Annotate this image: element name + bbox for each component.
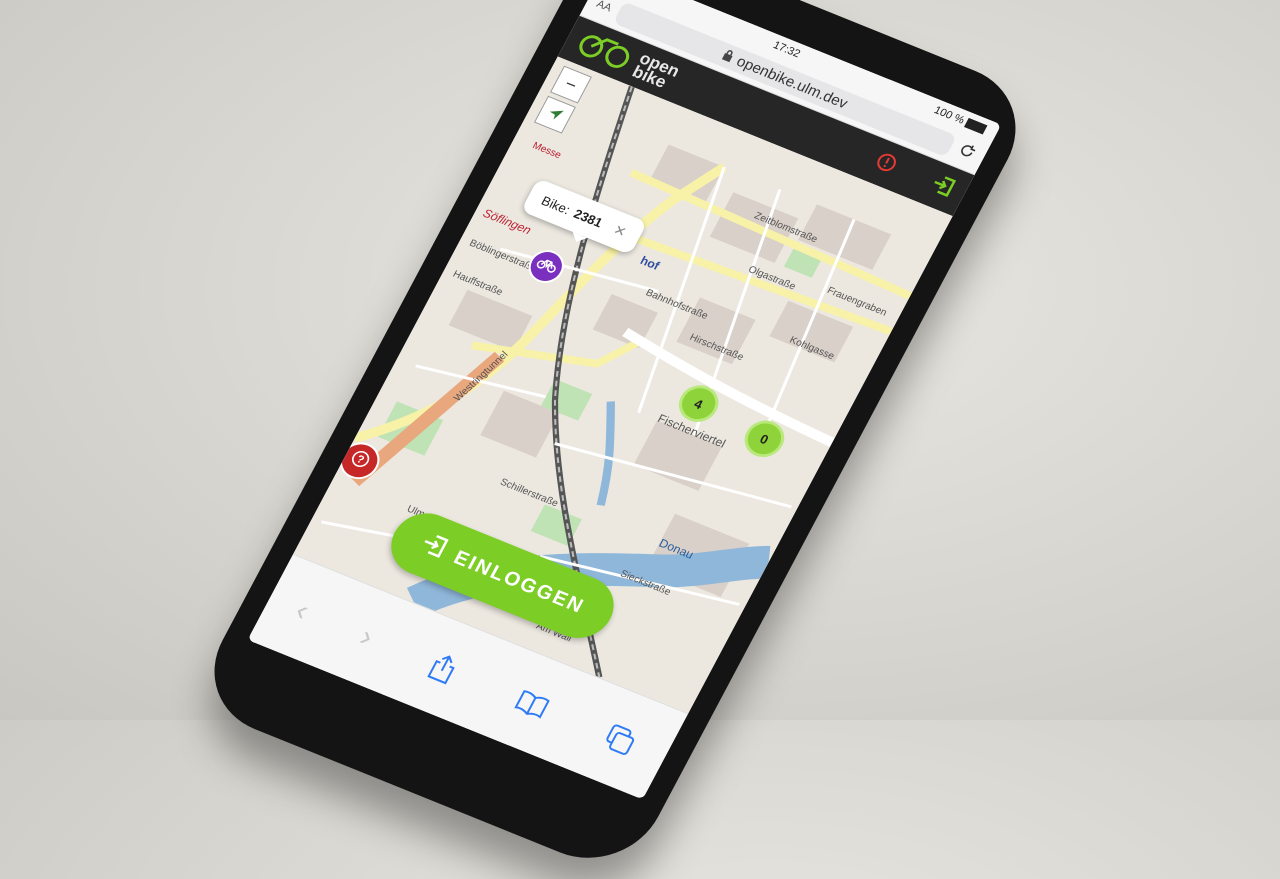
back-icon[interactable]: ‹ xyxy=(289,594,315,628)
phone-device: o2-de 17:32 100 % AA openbike.ulm.dev xyxy=(189,0,1041,879)
logo-wordmark: open bike xyxy=(629,49,683,93)
station-count: 4 xyxy=(691,395,706,412)
bicycle-icon xyxy=(533,254,561,278)
tabs-icon[interactable] xyxy=(595,717,645,762)
lock-icon xyxy=(719,47,736,66)
text-size-button[interactable]: AA xyxy=(594,0,613,14)
forward-icon[interactable]: › xyxy=(354,620,379,654)
login-arrow-icon xyxy=(415,530,451,566)
location-arrow-icon xyxy=(543,103,566,127)
battery-icon xyxy=(964,118,988,135)
reload-icon[interactable] xyxy=(954,140,979,165)
login-icon[interactable] xyxy=(926,171,959,203)
info-icon[interactable] xyxy=(870,149,900,179)
station-count: 0 xyxy=(757,430,772,447)
phone-screen: o2-de 17:32 100 % AA openbike.ulm.dev xyxy=(247,0,1002,800)
question-icon: ? xyxy=(346,447,374,474)
share-icon[interactable] xyxy=(418,645,468,690)
bike-number: 2381 xyxy=(571,206,606,231)
popup-close-icon[interactable]: ✕ xyxy=(611,221,629,240)
popup-label: Bike: xyxy=(538,193,573,218)
